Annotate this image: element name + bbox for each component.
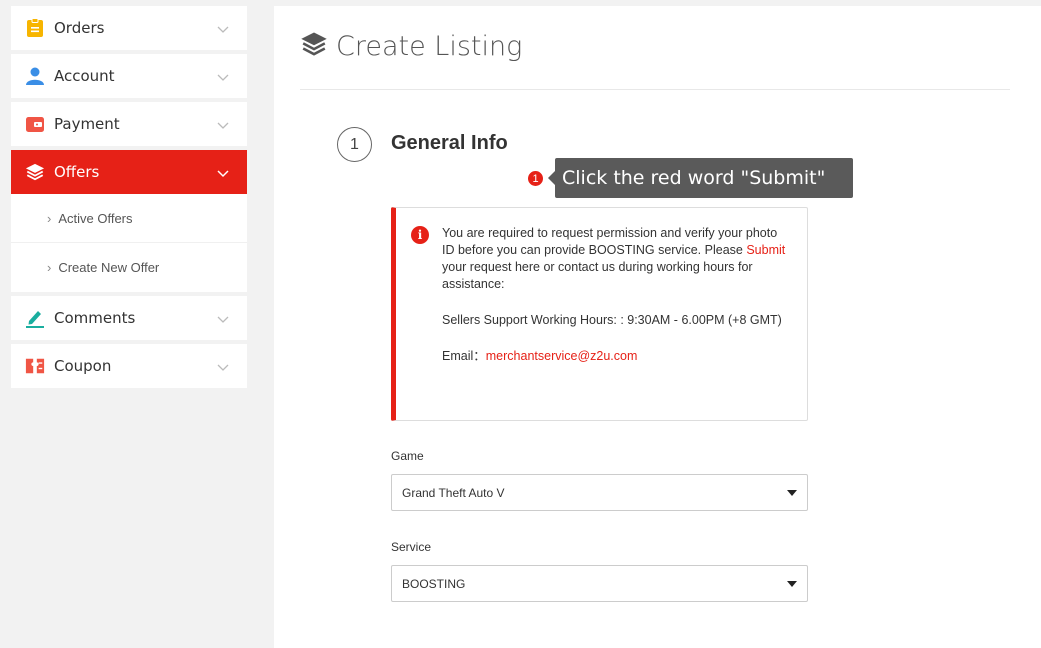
- orders-icon: [25, 18, 45, 38]
- page-title: Create Listing: [300, 30, 522, 63]
- support-email: Email：merchantservice@z2u.com: [442, 348, 787, 365]
- divider: [300, 89, 1010, 90]
- chevron-right-icon: ›: [47, 210, 52, 226]
- chevron-down-icon: [217, 165, 229, 183]
- sidebar-item-offers[interactable]: Offers: [11, 150, 247, 194]
- tooltip-text: Click the red word "Submit": [562, 167, 826, 189]
- alert-after-submit: your request here or contact us during w…: [442, 260, 753, 291]
- permission-alert: i You are required to request permission…: [391, 207, 808, 421]
- chevron-down-icon: [217, 311, 229, 329]
- sidebar-item-label: Orders: [54, 19, 105, 37]
- email-link[interactable]: merchantservice@z2u.com: [486, 349, 638, 363]
- chevron-down-icon: [217, 117, 229, 135]
- main-panel: Create Listing 1 General Info 1 Click th…: [274, 6, 1041, 648]
- sidebar-item-payment[interactable]: Payment: [11, 102, 247, 146]
- sidebar-item-orders[interactable]: Orders: [11, 6, 247, 50]
- wallet-icon: [25, 114, 45, 134]
- page-title-text: Create Listing: [336, 31, 523, 62]
- chevron-right-icon: ›: [47, 260, 52, 275]
- step-number: 1: [337, 127, 372, 162]
- game-select-value: Grand Theft Auto V: [402, 485, 505, 500]
- chevron-down-icon: [217, 359, 229, 377]
- alert-message: You are required to request permission a…: [442, 225, 787, 293]
- sidebar-item-label: Comments: [54, 309, 136, 327]
- submit-link[interactable]: Submit: [746, 243, 785, 257]
- alert-please: Please: [704, 243, 747, 257]
- sidebar-item-coupon[interactable]: Coupon: [11, 344, 247, 388]
- caret-down-icon: [787, 581, 797, 587]
- layers-icon: [300, 30, 328, 63]
- game-select[interactable]: Grand Theft Auto V: [391, 474, 808, 511]
- step-title: General Info: [391, 132, 508, 154]
- sidebar-item-account[interactable]: Account: [11, 54, 247, 98]
- sidebar-item-comments[interactable]: Comments: [11, 296, 247, 340]
- service-select-value: BOOSTING: [402, 576, 466, 591]
- caret-down-icon: [787, 490, 797, 496]
- instruction-tooltip: Click the red word "Submit": [548, 158, 853, 198]
- layers-icon: [25, 162, 45, 182]
- service-select[interactable]: BOOSTING: [391, 565, 808, 602]
- chevron-down-icon: [217, 21, 229, 39]
- sidebar-item-label: Offers: [54, 163, 100, 181]
- support-hours: Sellers Support Working Hours: : 9:30AM …: [442, 313, 782, 327]
- user-icon: [25, 66, 45, 86]
- game-label: Game: [391, 449, 424, 463]
- email-label: Email：: [442, 349, 486, 363]
- offers-submenu: › Active Offers › Create New Offer: [11, 194, 247, 292]
- ticket-icon: [25, 356, 45, 376]
- submenu-item-label: Create New Offer: [58, 260, 160, 275]
- service-label: Service: [391, 540, 432, 554]
- submenu-item-create-new-offer[interactable]: › Create New Offer: [11, 243, 247, 292]
- submenu-item-label: Active Offers: [58, 210, 133, 226]
- pencil-icon: [25, 308, 45, 328]
- sidebar-item-label: Coupon: [54, 357, 112, 375]
- chevron-down-icon: [217, 69, 229, 87]
- sidebar-item-label: Account: [54, 67, 115, 85]
- sidebar: Orders Account Payment Offers › Active O…: [11, 6, 247, 392]
- info-icon: i: [411, 226, 429, 244]
- submenu-item-active-offers[interactable]: › Active Offers: [11, 194, 247, 243]
- tooltip-badge: 1: [526, 169, 545, 188]
- sidebar-item-label: Payment: [54, 115, 120, 133]
